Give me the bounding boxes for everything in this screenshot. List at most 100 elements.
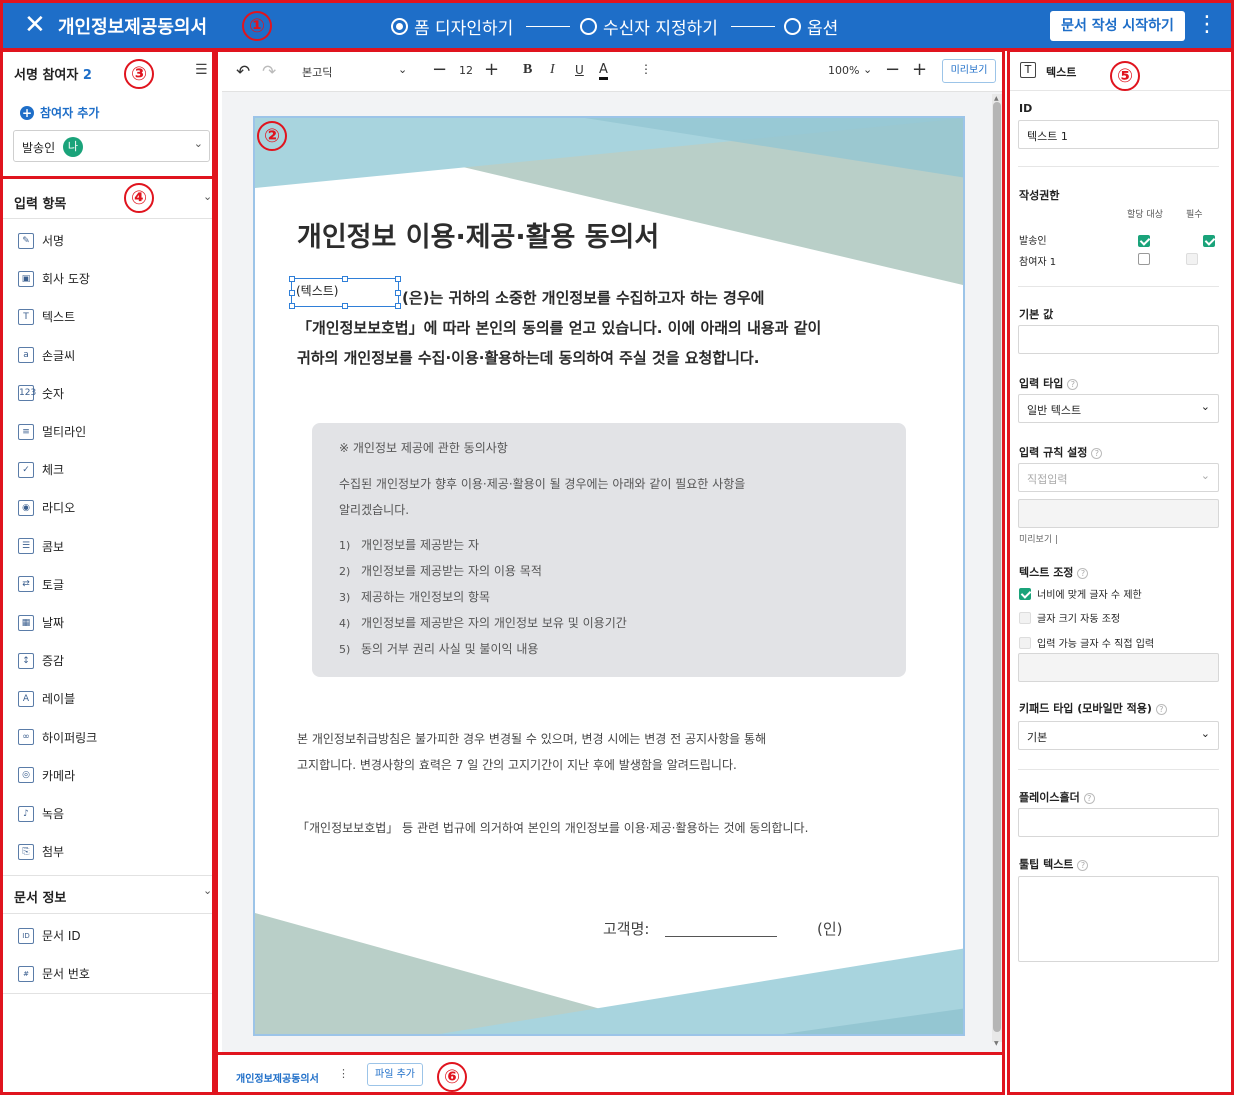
italic-button[interactable]: I [550,62,555,78]
input-item[interactable]: ◉ 라디오 [18,499,75,516]
input-item[interactable]: ↕ 증감 [18,652,64,669]
document-tab[interactable]: 개인정보제공동의서 [236,1070,319,1085]
max-chars-input[interactable] [1018,653,1219,682]
resize-handle[interactable] [342,303,348,309]
resize-handle[interactable] [289,290,295,296]
participant-required-checkbox[interactable] [1186,253,1198,265]
option-label: 글자 크기 자동 조정 [1037,614,1121,625]
input-item[interactable]: ≡ 멀티라인 [18,423,86,440]
input-rule-select[interactable]: 직접입력 ⌄ [1018,463,1219,492]
input-item[interactable]: ▦ 날짜 [18,614,64,631]
input-item[interactable]: ⇄ 토글 [18,576,64,593]
chevron-down-icon[interactable]: ⌄ [863,63,872,76]
step-options[interactable]: 옵션 [784,14,838,39]
box-list-text: 개인정보를 제공받는 자의 이용 목적 [361,564,542,578]
help-icon[interactable]: ? [1067,379,1079,390]
resize-handle[interactable] [395,303,401,309]
resize-handle[interactable] [289,303,295,309]
rule-pattern-input[interactable] [1018,499,1219,528]
font-select[interactable]: 본고딕 [302,64,332,80]
keypad-select[interactable]: 기본 ⌄ [1018,721,1219,750]
sender-target-checkbox[interactable] [1138,235,1150,247]
decrease-size-button[interactable]: − [432,59,447,80]
doc-info-item[interactable]: ID 문서 ID [18,927,81,944]
box-list-item: 4) 개인정보를 제공받은 자의 개인정보 보유 및 이용기간 [339,614,627,631]
option-max-chars[interactable]: 입력 가능 글자 수 직접 입력 [1019,635,1154,650]
increase-size-button[interactable]: + [484,59,499,80]
scroll-down-icon[interactable]: ▼ [994,1040,999,1047]
placeholder-input[interactable] [1018,808,1219,837]
radio-selected-icon [391,18,408,35]
text-color-button[interactable]: A [599,62,608,80]
scrollbar-thumb[interactable] [993,102,1001,1032]
doc-info-item[interactable]: # 문서 번호 [18,965,90,982]
zoom-in-button[interactable]: + [912,59,927,80]
redo-icon[interactable]: ↷ [262,62,276,82]
start-document-button[interactable]: 문서 작성 시작하기 [1050,11,1185,41]
box-list-text: 개인정보를 제공받은 자의 개인정보 보유 및 이용기간 [361,616,627,630]
default-value-input[interactable] [1018,325,1219,354]
option-label: 너비에 맞게 글자 수 제한 [1037,590,1142,601]
resize-handle[interactable] [395,276,401,282]
zoom-out-button[interactable]: − [885,59,900,80]
participant-target-checkbox[interactable] [1138,253,1150,265]
input-item[interactable]: T 텍스트 [18,308,75,325]
help-icon[interactable]: ? [1091,448,1103,459]
step-connector [526,26,570,27]
input-item[interactable]: ♪ 녹음 [18,805,64,822]
signers-title: 서명 참여자 2 [14,64,92,83]
input-item[interactable]: ⎘ 첨부 [18,843,64,860]
help-icon[interactable]: ? [1083,793,1095,804]
undo-icon[interactable]: ↶ [236,62,250,82]
signer-select[interactable]: 발송인 나 ⌄ [13,130,210,162]
input-item[interactable]: ✎ 서명 [18,232,64,249]
font-size-value[interactable]: 12 [459,64,473,77]
preview-button[interactable]: 미리보기 [942,59,996,83]
col-target-label: 할당 대상 [1127,210,1163,220]
resize-handle[interactable] [395,290,401,296]
plus-icon: + [20,105,34,120]
resize-handle[interactable] [289,276,295,282]
underline-button[interactable]: U [575,63,584,77]
sender-required-checkbox[interactable] [1203,235,1216,247]
input-item[interactable]: 123 숫자 [18,385,64,402]
box-list-number: 3) [339,591,351,604]
collapse-icon[interactable]: ⌄ [203,190,212,203]
input-item-label: 콤보 [42,539,65,554]
add-file-button[interactable]: 파일 추가 [367,1063,423,1086]
input-type-select[interactable]: 일반 텍스트 ⌄ [1018,394,1219,423]
more-menu-icon[interactable]: ⋮ [1196,12,1218,38]
more-options-icon[interactable]: ⋮ [640,62,652,76]
step-assign-recipients[interactable]: 수신자 지정하기 [580,14,718,39]
document-page: 개인정보 이용·제공·활용 동의서 (텍스트) (은)는 귀하의 소중한 개인정… [253,116,965,1036]
help-icon[interactable]: ? [1077,860,1089,871]
vertical-scrollbar[interactable] [992,94,1002,1042]
input-item[interactable]: ▣ 회사 도장 [18,270,90,287]
input-item[interactable]: ☰ 콤보 [18,538,64,555]
input-item[interactable]: ✓ 체크 [18,461,64,478]
help-icon[interactable]: ? [1155,704,1167,715]
input-item[interactable]: ∞ 하이퍼링크 [18,729,97,746]
divider [1018,286,1219,287]
resize-handle[interactable] [342,276,348,282]
option-auto-size[interactable]: 글자 크기 자동 조정 [1019,610,1120,625]
text-field-selected[interactable]: (텍스트) [289,276,401,309]
help-icon[interactable]: ? [1077,568,1089,579]
scroll-up-icon[interactable]: ▲ [994,95,999,102]
callout-number-1: ① [242,11,272,41]
chevron-down-icon[interactable]: ⌄ [398,63,407,76]
close-icon[interactable]: ✕ [24,10,46,40]
zoom-select[interactable]: 100% [828,64,859,77]
input-item[interactable]: ◎ 카메라 [18,767,75,784]
list-view-icon[interactable]: ☰ [195,62,208,78]
tooltip-textarea[interactable] [1018,876,1219,962]
option-limit-width[interactable]: 너비에 맞게 글자 수 제한 [1019,586,1142,601]
add-participant-button[interactable]: + 참여자 추가 [20,104,99,121]
tab-menu-icon[interactable]: ⋮ [338,1067,349,1080]
input-item[interactable]: A 레이블 [18,690,75,707]
step-form-design[interactable]: 폼 디자인하기 [391,14,513,39]
bold-button[interactable]: B [523,62,532,78]
id-input[interactable]: 텍스트 1 [1018,120,1219,149]
input-item[interactable]: a 손글씨 [18,347,75,364]
collapse-icon[interactable]: ⌄ [203,884,212,897]
